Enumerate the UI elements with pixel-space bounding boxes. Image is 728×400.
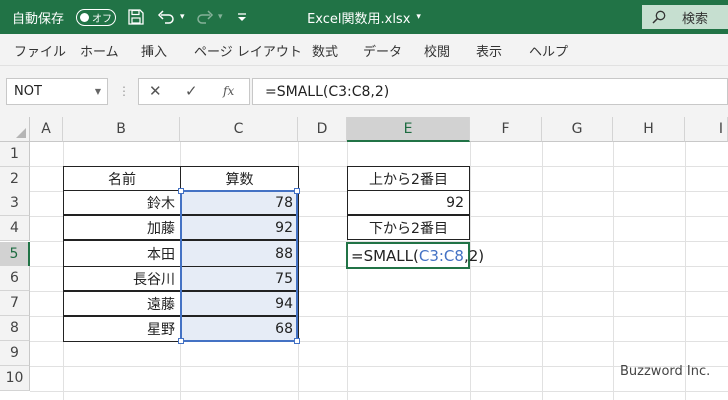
enter-icon[interactable]: ✓	[185, 82, 198, 100]
table-cell-name[interactable]: 遠藤	[63, 291, 181, 316]
search-box[interactable]: 検索	[642, 5, 728, 29]
formula-input[interactable]: =SMALL(C3:C8,2)	[252, 78, 728, 105]
undo-icon[interactable]	[157, 0, 175, 34]
autosave-state: オフ	[92, 14, 112, 25]
document-filename[interactable]: Excel関数用.xlsx	[307, 8, 410, 27]
redo-dropdown-icon[interactable]: ▾	[218, 0, 223, 34]
table-header-score[interactable]: 算数	[180, 166, 299, 191]
label-second-largest[interactable]: 上から2番目	[347, 166, 470, 191]
search-label: 検索	[682, 11, 709, 27]
column-header-f[interactable]: F	[470, 117, 542, 142]
table-cell-name[interactable]: 本田	[63, 240, 181, 267]
tab-file[interactable]: ファイル	[14, 34, 66, 66]
autosave-toggle[interactable]: オフ	[76, 9, 116, 26]
row-header-10[interactable]: 10	[0, 366, 30, 391]
cancel-icon[interactable]: ✕	[149, 82, 162, 100]
customize-qat-icon[interactable]	[236, 0, 248, 34]
autosave-label: 自動保存	[12, 11, 65, 27]
formula-buttons: ✕ ✓ fx	[138, 78, 250, 105]
column-header-d[interactable]: D	[298, 117, 347, 142]
active-cell-editor[interactable]: =SMALL(C3:C8,2)	[346, 242, 484, 269]
row-header-1[interactable]: 1	[0, 142, 30, 167]
range-handle[interactable]	[294, 188, 300, 194]
label-second-smallest[interactable]: 下から2番目	[347, 215, 470, 240]
range-handle[interactable]	[178, 188, 184, 194]
tab-insert[interactable]: 挿入	[141, 34, 167, 66]
gridline	[30, 391, 728, 392]
range-handle[interactable]	[178, 338, 184, 344]
save-icon[interactable]	[128, 0, 144, 34]
column-header-g[interactable]: G	[542, 117, 613, 142]
table-header-name[interactable]: 名前	[63, 166, 181, 191]
name-box-dropdown-icon[interactable]: ▼	[95, 87, 101, 96]
title-bar: 自動保存 オフ ▾ ▾ Excel関数用.xlsx ▾ 検索	[0, 0, 728, 34]
row-header-7[interactable]: 7	[0, 291, 30, 316]
range-highlight	[178, 188, 300, 344]
insert-function-icon[interactable]: fx	[223, 84, 234, 98]
search-icon	[652, 10, 666, 24]
row-header-9[interactable]: 9	[0, 341, 30, 366]
gridline	[685, 142, 686, 400]
undo-dropdown-icon[interactable]: ▾	[180, 0, 185, 34]
select-all-button[interactable]	[0, 117, 30, 142]
tab-formulas[interactable]: 数式	[312, 34, 338, 66]
name-box[interactable]: NOT ▼	[6, 78, 108, 105]
tab-help[interactable]: ヘルプ	[529, 34, 568, 66]
formula-bar-grip-icon[interactable]: ⋮	[118, 84, 130, 98]
tab-data[interactable]: データ	[363, 34, 402, 66]
table-cell-name[interactable]: 星野	[63, 316, 181, 342]
row-header-2[interactable]: 2	[0, 167, 30, 192]
row-header-4[interactable]: 4	[0, 216, 30, 241]
row-header-8[interactable]: 8	[0, 316, 30, 341]
table-cell-name[interactable]: 加藤	[63, 215, 181, 240]
redo-icon[interactable]	[196, 0, 214, 34]
toggle-knob-icon	[80, 13, 89, 22]
gridline	[470, 142, 471, 400]
table-cell-name[interactable]: 長谷川	[63, 266, 181, 291]
tab-view[interactable]: 表示	[476, 34, 502, 66]
column-header-i[interactable]: I	[685, 117, 728, 142]
ribbon-tabs: ファイル ホーム 挿入 ページ レイアウト 数式 データ 校閲 表示 ヘルプ	[0, 34, 728, 66]
edit-formula-suffix: ,2)	[463, 246, 485, 265]
value-second-largest[interactable]: 92	[347, 190, 470, 215]
row-header-5[interactable]: 5	[0, 242, 30, 267]
tab-page-layout[interactable]: ページ レイアウト	[194, 34, 302, 66]
edit-formula-range: C3:C8	[418, 246, 464, 265]
tab-home[interactable]: ホーム	[80, 34, 119, 66]
column-header-b[interactable]: B	[63, 117, 180, 142]
range-handle[interactable]	[294, 338, 300, 344]
row-header-3[interactable]: 3	[0, 191, 30, 216]
title-dropdown-icon[interactable]: ▾	[416, 12, 421, 22]
column-header-h[interactable]: H	[613, 117, 685, 142]
row-header-6[interactable]: 6	[0, 266, 30, 291]
column-header-c[interactable]: C	[180, 117, 298, 142]
gridline	[613, 142, 614, 400]
column-header-e[interactable]: E	[347, 117, 470, 142]
name-box-value: NOT	[14, 84, 42, 99]
formula-bar: NOT ▼ ⋮ ✕ ✓ fx =SMALL(C3:C8,2)	[0, 66, 728, 117]
edit-formula-prefix: =SMALL(	[351, 246, 419, 265]
column-header-a[interactable]: A	[30, 117, 63, 142]
watermark: Buzzword Inc.	[620, 364, 711, 379]
table-cell-name[interactable]: 鈴木	[63, 190, 181, 215]
tab-review[interactable]: 校閲	[424, 34, 450, 66]
gridline	[542, 142, 543, 400]
